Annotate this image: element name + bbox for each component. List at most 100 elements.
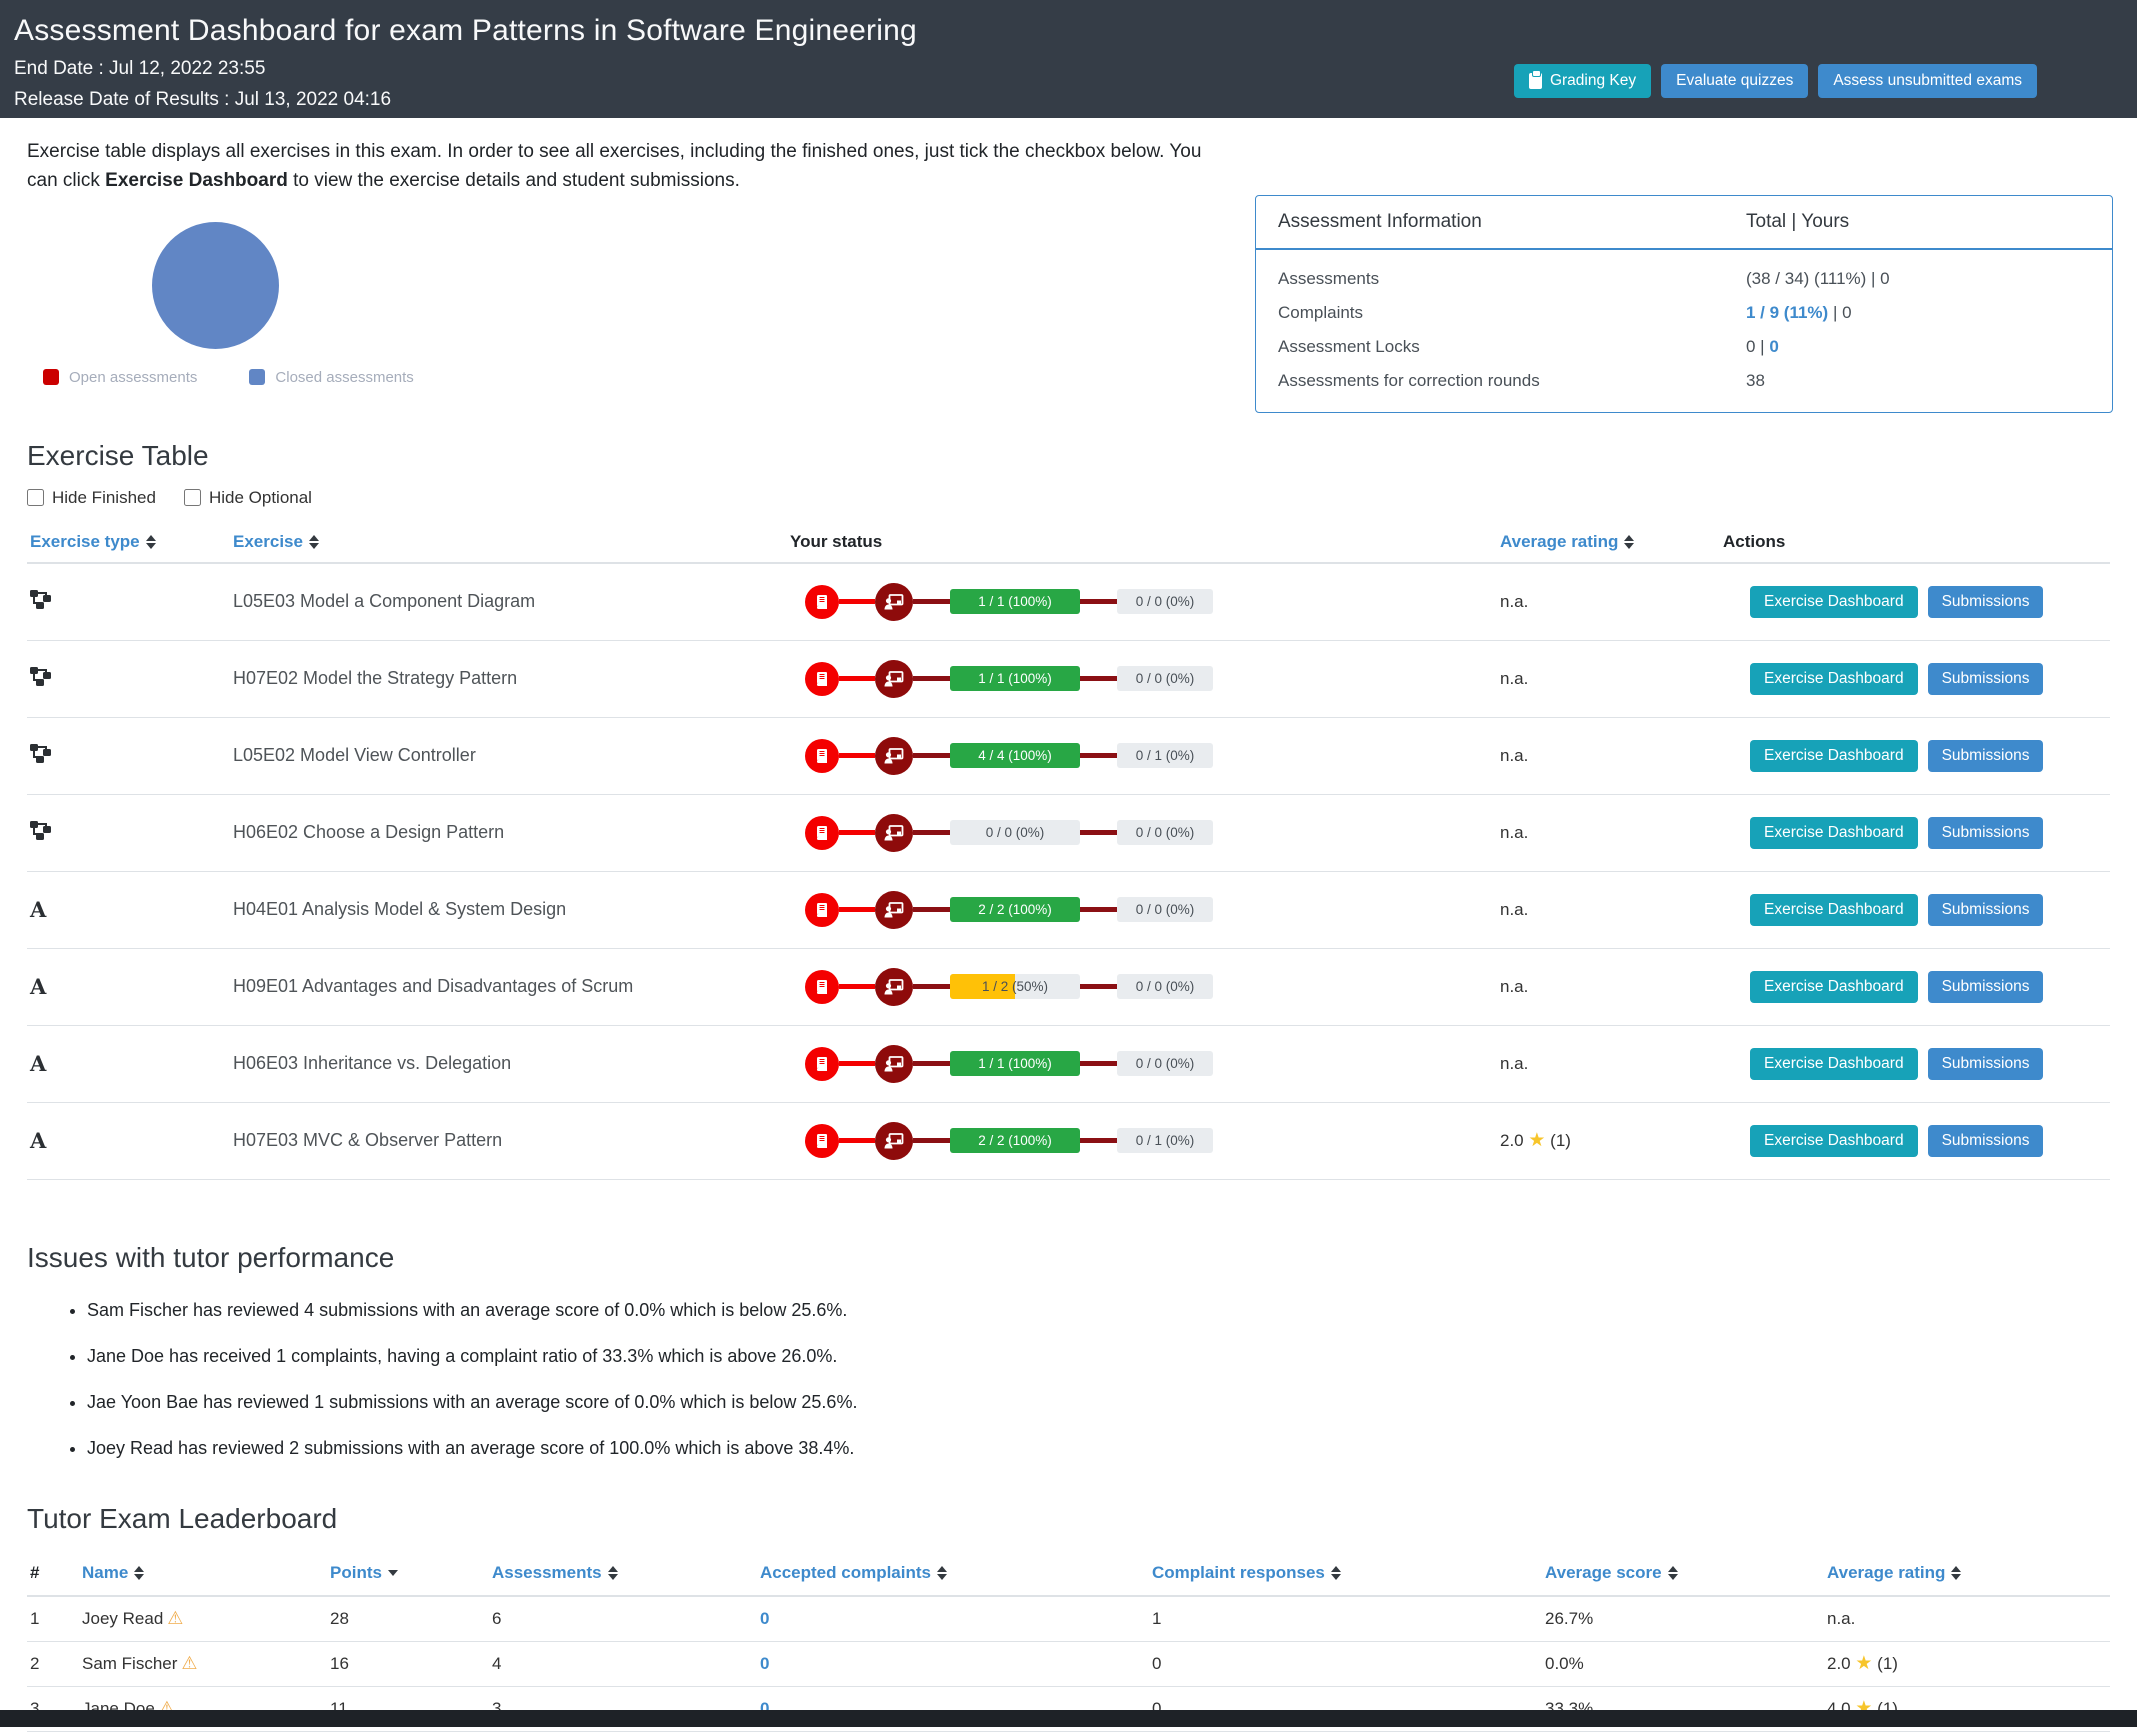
issues-list: Sam Fischer has reviewed 4 submissions w… bbox=[87, 1300, 2110, 1459]
status-connector bbox=[839, 753, 875, 759]
tutor-name: Sam Fischer ⚠ bbox=[82, 1653, 198, 1674]
complaints-link[interactable]: 1 / 9 (11%) bbox=[1746, 303, 1828, 322]
submissions-button[interactable]: Submissions bbox=[1927, 739, 2044, 772]
legend-open-assessments[interactable]: Open assessments bbox=[43, 369, 197, 386]
complaint-progress-bar: 0 / 1 (0%) bbox=[1117, 1128, 1213, 1154]
issue-item: Joey Read has reviewed 2 submissions wit… bbox=[87, 1438, 2110, 1459]
exercise-name: H07E02 Model the Strategy Pattern bbox=[233, 668, 518, 689]
table-row: A H07E03 MVC & Observer Pattern 2 / 2 (1… bbox=[27, 1103, 2110, 1180]
exercise-table: Exercise type Exercise Your status Avera… bbox=[27, 526, 2110, 1180]
submissions-button[interactable]: Submissions bbox=[1927, 585, 2044, 618]
sort-average-rating[interactable]: Average rating bbox=[1500, 532, 1723, 552]
closed-assessments-swatch bbox=[249, 369, 266, 386]
sort-average-rating[interactable]: Average rating bbox=[1827, 1563, 2110, 1583]
submissions-button[interactable]: Submissions bbox=[1927, 1124, 2044, 1157]
sort-assessments[interactable]: Assessments bbox=[492, 1563, 760, 1583]
exercise-status: 1 / 1 (100%) 0 / 0 (0%) bbox=[790, 582, 1500, 621]
assessment-progress-bar: 1 / 1 (100%) bbox=[950, 666, 1080, 692]
hide-finished-checkbox[interactable]: Hide Finished bbox=[27, 488, 156, 508]
sort-icon bbox=[1624, 535, 1635, 550]
exercise-type-icon: A bbox=[30, 589, 51, 614]
grading-key-button[interactable]: Grading Key bbox=[1513, 64, 1652, 98]
status-connector bbox=[839, 984, 875, 990]
assessment-info-panel: Assessment Information Total | Yours Ass… bbox=[1255, 195, 2113, 413]
warning-icon: ⚠ bbox=[181, 1653, 198, 1674]
submissions-button[interactable]: Submissions bbox=[1927, 662, 2044, 695]
status-connector bbox=[839, 1061, 875, 1067]
tutor-name: Joey Read ⚠ bbox=[82, 1608, 184, 1629]
status-connector bbox=[913, 830, 950, 836]
assessment-progress-bar: 1 / 2 (50%) bbox=[950, 974, 1080, 1000]
book-icon bbox=[805, 738, 839, 773]
open-assessments-swatch bbox=[43, 369, 59, 386]
assessment-info-columns: Total | Yours bbox=[1746, 211, 1850, 232]
average-rating-value: n.a. ★ bbox=[1500, 822, 1529, 842]
exercise-dashboard-button[interactable]: Exercise Dashboard bbox=[1750, 662, 1918, 695]
submissions-button[interactable]: Submissions bbox=[1927, 970, 2044, 1003]
accepted-complaints-link[interactable]: 0 bbox=[760, 1654, 769, 1673]
exercise-status: 1 / 1 (100%) 0 / 0 (0%) bbox=[790, 1044, 1500, 1083]
exercise-table-header: Exercise type Exercise Your status Avera… bbox=[27, 526, 2110, 564]
hide-finished-input[interactable] bbox=[27, 489, 44, 507]
exercise-status: 2 / 2 (100%) 0 / 1 (0%) bbox=[790, 1121, 1500, 1160]
leaderboard-header: # Name Points Assessments Accepted compl… bbox=[27, 1563, 2110, 1597]
sort-accepted-complaints[interactable]: Accepted complaints bbox=[760, 1563, 1152, 1583]
leaderboard-row: 1 Joey Read⚠ 28 6 0 1 26.7% n.a. ★ bbox=[27, 1597, 2110, 1642]
hide-optional-checkbox[interactable]: Hide Optional bbox=[183, 488, 312, 508]
warning-icon: ⚠ bbox=[167, 1608, 184, 1629]
exercise-dashboard-button[interactable]: Exercise Dashboard bbox=[1750, 1124, 1918, 1157]
submissions-button[interactable]: Submissions bbox=[1927, 1047, 2044, 1080]
sort-icon bbox=[1330, 1566, 1341, 1581]
average-rating-value: n.a. ★ bbox=[1500, 668, 1529, 688]
assessments-pie-chart bbox=[152, 221, 279, 349]
sort-average-score[interactable]: Average score bbox=[1545, 1563, 1827, 1583]
legend-closed-assessments[interactable]: Closed assessments bbox=[249, 369, 414, 386]
sort-exercise[interactable]: Exercise bbox=[233, 532, 790, 552]
sort-exercise-type[interactable]: Exercise type bbox=[27, 532, 233, 552]
evaluate-quizzes-button[interactable]: Evaluate quizzes bbox=[1661, 64, 1809, 98]
sort-icon bbox=[1667, 1566, 1678, 1581]
status-connector bbox=[839, 830, 875, 836]
exercise-type-icon: A bbox=[30, 897, 47, 923]
page-header: Assessment Dashboard for exam Patterns i… bbox=[0, 0, 2137, 118]
assess-unsubmitted-button[interactable]: Assess unsubmitted exams bbox=[1818, 64, 2037, 98]
status-connector bbox=[839, 676, 875, 682]
sort-points[interactable]: Points bbox=[330, 1563, 492, 1583]
header-actions: Grading Key Evaluate quizzes Assess unsu… bbox=[1513, 64, 2037, 98]
complaint-progress-bar: 0 / 0 (0%) bbox=[1117, 820, 1213, 846]
locks-yours-link[interactable]: 0 bbox=[1769, 337, 1778, 356]
hide-optional-input[interactable] bbox=[183, 489, 201, 507]
exercise-dashboard-button[interactable]: Exercise Dashboard bbox=[1750, 1047, 1918, 1080]
sort-name[interactable]: Name bbox=[82, 1563, 330, 1583]
submissions-button[interactable]: Submissions bbox=[1927, 893, 2044, 926]
exercise-type-icon: A bbox=[30, 820, 51, 845]
sort-icon bbox=[308, 535, 319, 550]
assessments-count: 6 bbox=[492, 1608, 502, 1628]
table-row: A H06E03 Inheritance vs. Delegation 1 / … bbox=[27, 1026, 2110, 1103]
exercise-dashboard-button[interactable]: Exercise Dashboard bbox=[1750, 970, 1918, 1003]
row-actions: Exercise Dashboard Submissions bbox=[1723, 662, 2110, 695]
status-connector bbox=[913, 907, 950, 913]
issue-item: Jae Yoon Bae has reviewed 1 submissions … bbox=[87, 1392, 2110, 1413]
exercise-name: H07E03 MVC & Observer Pattern bbox=[233, 1130, 503, 1151]
accepted-complaints-link[interactable]: 0 bbox=[760, 1609, 769, 1628]
star-icon: ★ bbox=[1528, 1130, 1546, 1152]
book-icon bbox=[805, 815, 839, 850]
rank: 1 bbox=[30, 1608, 40, 1628]
exercise-type-icon: A bbox=[30, 666, 51, 691]
exercise-dashboard-button[interactable]: Exercise Dashboard bbox=[1750, 893, 1918, 926]
info-row-assessments: Assessments (38 / 34) (111%) | 0 bbox=[1278, 269, 1890, 288]
exercise-dashboard-button[interactable]: Exercise Dashboard bbox=[1750, 816, 1918, 849]
sort-complaint-responses[interactable]: Complaint responses bbox=[1152, 1563, 1545, 1583]
intro-text: Exercise table displays all exercises in… bbox=[27, 141, 1202, 192]
status-connector bbox=[1080, 984, 1117, 990]
exercise-status: 1 / 2 (50%) 0 / 0 (0%) bbox=[790, 967, 1500, 1006]
assessment-progress-bar: 1 / 1 (100%) bbox=[950, 589, 1080, 615]
chalkboard-user-icon bbox=[875, 813, 913, 852]
exercise-dashboard-button[interactable]: Exercise Dashboard bbox=[1750, 585, 1918, 618]
page-title: Assessment Dashboard for exam Patterns i… bbox=[14, 14, 917, 47]
submissions-button[interactable]: Submissions bbox=[1927, 816, 2044, 849]
complaint-responses: 0 bbox=[1152, 1653, 1162, 1673]
table-filters: Hide Finished Hide Optional bbox=[27, 488, 2110, 508]
exercise-dashboard-button[interactable]: Exercise Dashboard bbox=[1750, 739, 1918, 772]
